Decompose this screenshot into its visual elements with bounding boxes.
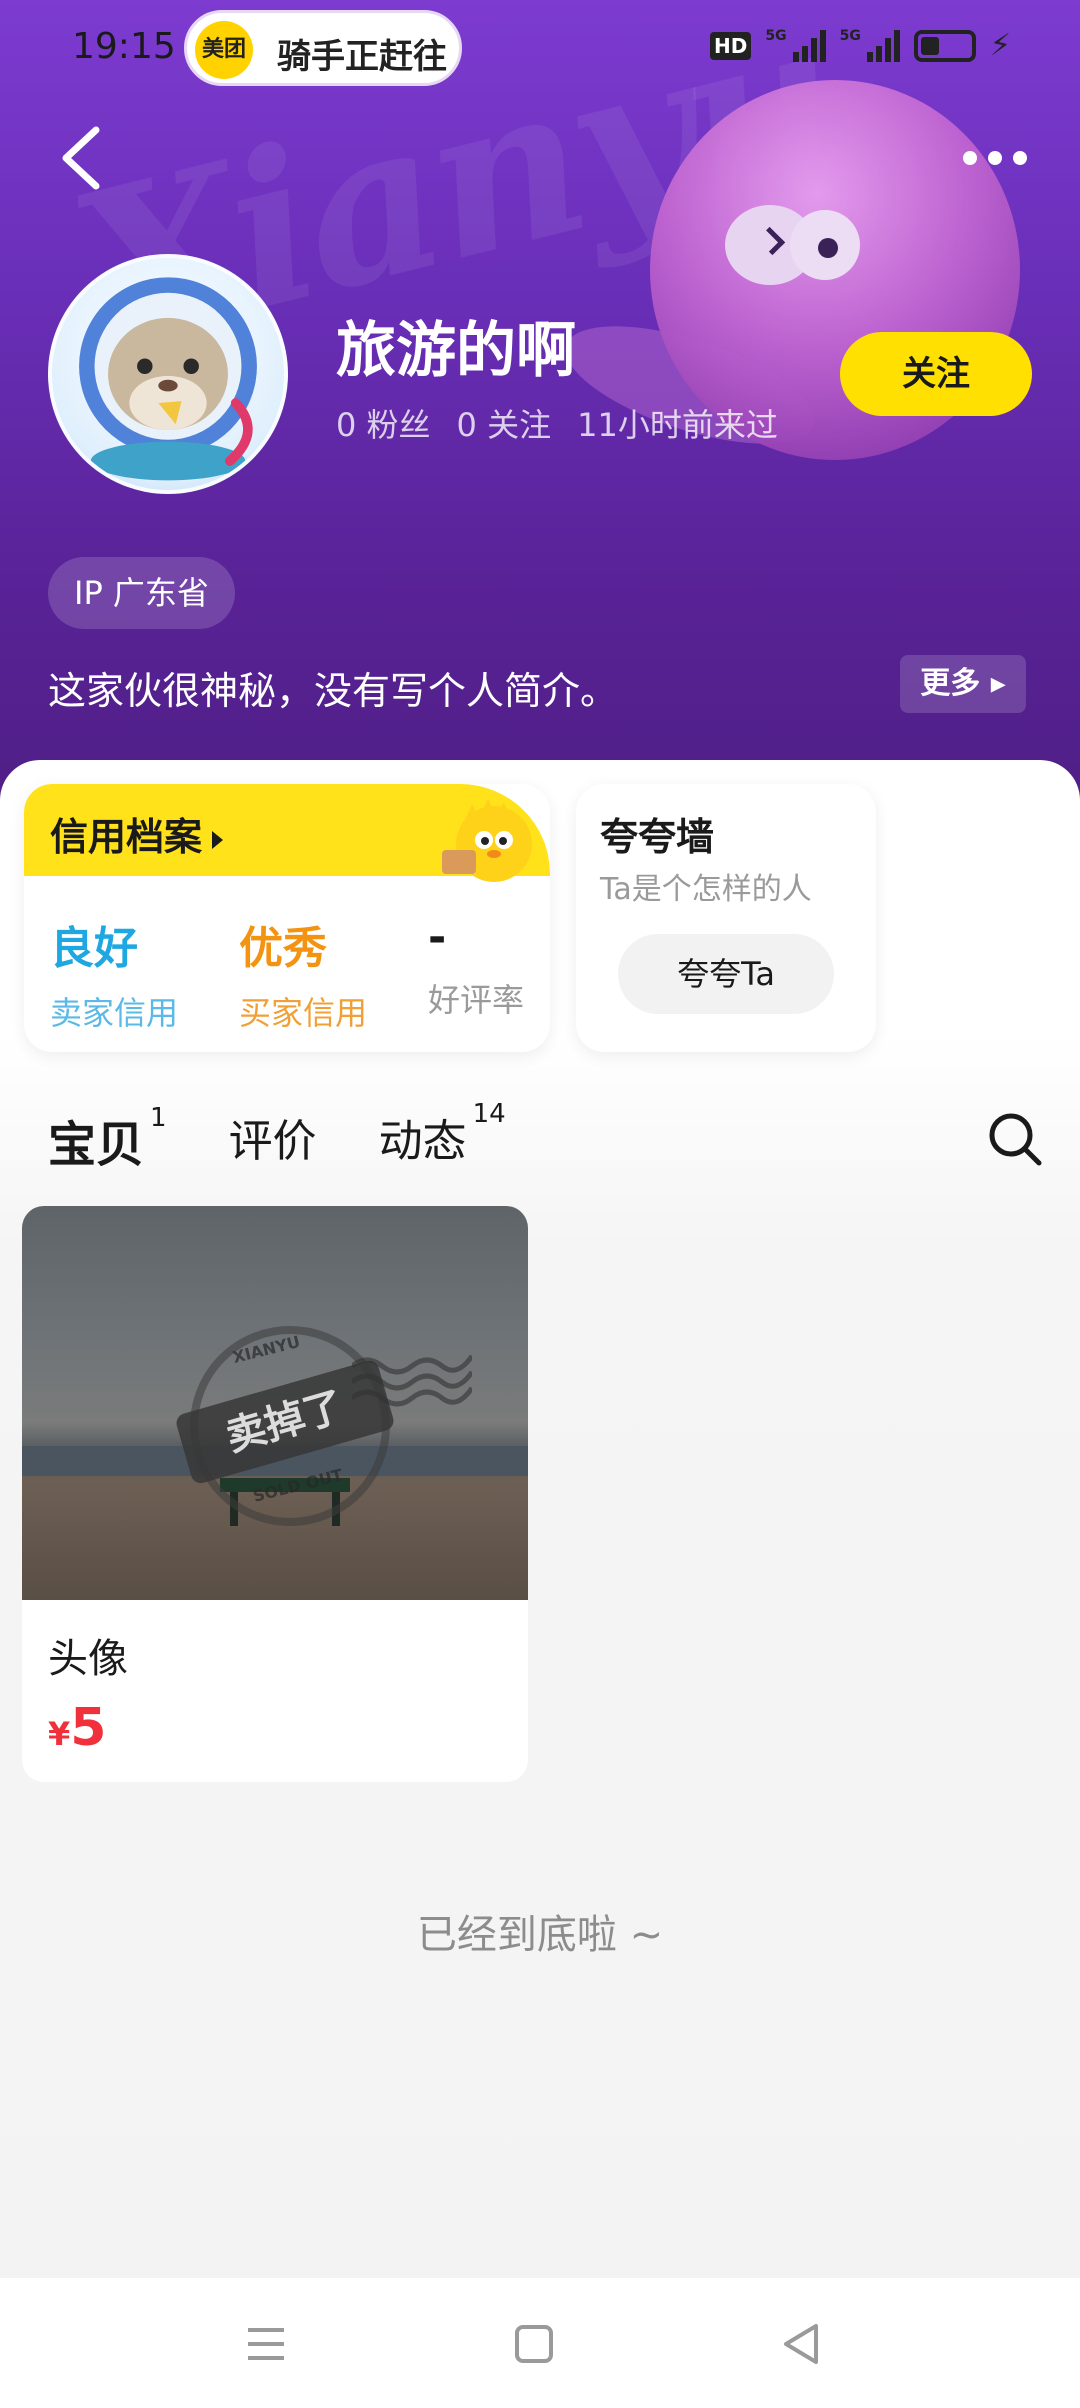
praise-button[interactable]: 夸夸Ta [618,934,834,1014]
following-count[interactable]: 0 关注 [457,400,552,446]
praise-wall-subtitle: Ta是个怎样的人 [600,872,812,907]
signal-icon [792,29,826,62]
profile-stats: 0 粉丝 0 关注 11小时前来过 [336,400,778,446]
status-icons: HD 5G 5G ⚡ [710,28,1011,63]
profile-tabs: 宝贝 1 评价 动态14 [46,1099,506,1205]
menu-icon[interactable] [236,2314,296,2374]
stamp-lines-icon [352,1354,472,1407]
home-square-icon[interactable] [504,2314,564,2374]
last-seen: 11小时前来过 [577,406,778,444]
more-dots-icon[interactable] [960,140,1030,176]
tab-posts-label: 动态 [378,1116,467,1167]
credit-title-label: 信用档案 [50,815,203,859]
mascot-pupil [818,238,838,258]
tab-reviews-label: 评价 [228,1116,317,1167]
back-arrow-icon[interactable] [50,118,110,198]
profile-bio: 这家伙很神秘，没有写个人简介。 [48,669,619,713]
price-symbol: ¥ [48,1715,71,1753]
product-title: 头像 [48,1636,128,1682]
bio-more-label: 更多 [920,666,981,701]
network-label: 5G [839,28,861,44]
seller-credit: 良好 卖家信用 [50,912,178,1034]
price-value: 5 [70,1698,107,1758]
tab-items[interactable]: 宝贝 1 [46,1103,167,1175]
buyer-credit-label: 买家信用 [239,994,368,1032]
seller-credit-label: 卖家信用 [50,994,179,1032]
signal-icon [866,29,900,62]
notification-text: 骑手正赶往 [277,37,447,77]
praise-wall-card[interactable]: 夸夸墙 Ta是个怎样的人 夸夸Ta [576,784,876,1052]
profile-header: Xianyu 19:15 美团 骑手正赶往 HD 5G 5G ⚡ 旅游的啊 0 … [0,0,1080,800]
ip-location-tag: IP 广东省 [48,557,235,629]
back-triangle-icon[interactable] [772,2314,832,2374]
tab-posts-count: 14 [472,1099,506,1130]
avatar[interactable] [48,254,288,494]
search-icon[interactable] [986,1110,1044,1168]
tab-reviews[interactable]: 评价 [229,1105,317,1169]
status-bar: 19:15 美团 骑手正赶往 HD 5G 5G ⚡ [0,0,1080,95]
tab-items-label: 宝贝 [48,1117,145,1173]
battery-icon [913,29,976,62]
notification-pill[interactable]: 美团 骑手正赶往 [184,10,462,86]
product-card[interactable]: XIANYU 卖掉了 SOLD OUT 头像 ¥5 [22,1206,528,1782]
buyer-credit: 优秀 买家信用 [239,912,367,1034]
end-of-list-text: 已经到底啦 ~ [416,1912,664,1958]
charging-icon: ⚡ [989,28,1011,63]
caret-right-icon: ▸ [990,666,1006,701]
network-label: 5G [765,28,787,44]
status-time: 19:15 [72,26,176,67]
credit-card[interactable]: 信用档案 良好 卖家信用 优秀 买家信用 - 好评率 [24,784,550,1052]
hd-icon: HD [710,31,752,60]
praise-wall-title: 夸夸墙 [600,815,715,859]
fans-count[interactable]: 0 粉丝 [336,400,431,446]
buyer-credit-value: 优秀 [239,923,327,974]
username: 旅游的啊 [336,316,576,386]
meituan-logo: 美团 [195,21,253,79]
seller-credit-value: 良好 [50,923,138,974]
tab-posts[interactable]: 动态14 [378,1099,506,1169]
good-rate: - 好评率 [428,912,524,1021]
bio-more-button[interactable]: 更多 ▸ [900,655,1026,713]
credit-title[interactable]: 信用档案 [50,806,224,861]
follow-button[interactable]: 关注 [840,332,1032,416]
system-nav-bar [0,2278,1080,2408]
chick-mascot-icon [434,792,544,884]
caret-right-icon [212,830,224,849]
product-price: ¥5 [48,1698,106,1758]
good-rate-label: 好评率 [428,981,525,1019]
content-panel: 信用档案 良好 卖家信用 优秀 买家信用 - 好评率 夸夸墙 Ta是个怎样的人 [0,760,1080,2278]
product-image: XIANYU 卖掉了 SOLD OUT [22,1206,528,1600]
tab-items-count: 1 [150,1103,167,1133]
good-rate-value: - [428,912,447,963]
